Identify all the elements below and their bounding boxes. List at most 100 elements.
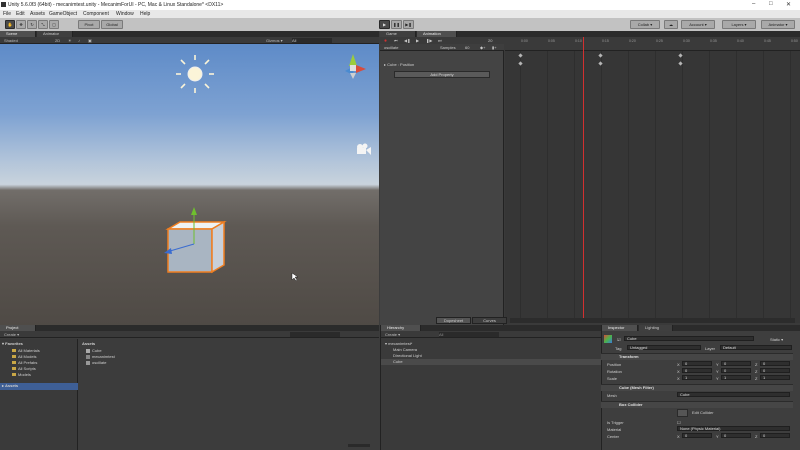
rotation-y-field[interactable]: 0	[721, 368, 751, 373]
samples-field[interactable]: 60	[465, 45, 469, 50]
mesh-field[interactable]: Cube	[677, 392, 790, 397]
gizmos-dropdown[interactable]: Gizmos ▾	[266, 38, 283, 43]
layout-dropdown[interactable]: Animator ▾	[761, 20, 795, 29]
scale-z-field[interactable]: 1	[760, 375, 790, 380]
add-keyframe-icon[interactable]: ◆+	[480, 45, 485, 50]
layers-dropdown[interactable]: Layers ▾	[722, 20, 756, 29]
prev-key-button[interactable]: ◀❚	[404, 38, 410, 43]
tag-dropdown[interactable]: Untagged	[627, 345, 701, 350]
clip-dropdown[interactable]: oscillate	[384, 45, 398, 50]
anim-play-button[interactable]: ▶	[416, 38, 419, 43]
tab-curves[interactable]: Curves	[472, 317, 507, 324]
menu-file[interactable]: File	[3, 11, 11, 17]
hierarchy-item[interactable]: Directional Light	[393, 353, 422, 358]
mode-2d-toggle[interactable]: 2D	[55, 38, 60, 43]
audio-toggle-icon[interactable]: ♪	[78, 38, 80, 43]
move-tool-button[interactable]: ✥	[16, 20, 26, 29]
tab-lighting[interactable]: Lighting	[639, 325, 673, 331]
first-key-button[interactable]: ⏮	[394, 38, 398, 43]
keyframe[interactable]	[518, 53, 523, 58]
project-search-input[interactable]	[290, 332, 340, 337]
favorites-folder[interactable]: ▾ Favorites	[2, 341, 23, 346]
menu-assets[interactable]: Assets	[30, 11, 45, 17]
hierarchy-item[interactable]: Main Camera	[393, 347, 417, 352]
rect-tool-button[interactable]: ▢	[49, 20, 59, 29]
mesh-filter-header[interactable]: Cube (Mesh Filter)	[601, 384, 793, 391]
scale-tool-button[interactable]: ⤡	[38, 20, 48, 29]
hand-tool-button[interactable]: ✋	[5, 20, 15, 29]
menu-component[interactable]: Component	[83, 11, 109, 17]
favorite-item[interactable]: All Scripts	[12, 366, 36, 371]
assets-folder[interactable]: ▸ Assets	[0, 383, 78, 390]
project-create-dropdown[interactable]: Create ▾	[4, 332, 19, 337]
scale-y-field[interactable]: 1	[721, 375, 751, 380]
object-name-field[interactable]: Cube	[624, 336, 754, 341]
favorite-item[interactable]: All Models	[12, 354, 36, 359]
rotation-z-field[interactable]: 0	[760, 368, 790, 373]
rotation-x-field[interactable]: 0	[682, 368, 712, 373]
timeline-ruler[interactable]: 0:00 0:05 0:10 0:15 0:20 0:25 0:30 0:35 …	[505, 37, 800, 51]
is-trigger-checkbox[interactable]: ☐	[677, 420, 681, 425]
asset-item[interactable]: oscillate	[86, 360, 106, 365]
layer-dropdown[interactable]: Default	[720, 345, 792, 350]
add-event-icon[interactable]: ▮+	[492, 45, 497, 50]
position-x-field[interactable]: 0	[682, 361, 712, 366]
shading-dropdown[interactable]: Shaded	[4, 38, 18, 43]
edit-collider-button[interactable]	[677, 409, 688, 417]
edit-collider-label: Edit Collider	[692, 410, 714, 415]
asset-item[interactable]: mecanimtest	[86, 354, 115, 359]
hierarchy-search-input[interactable]: All	[439, 332, 499, 337]
account-dropdown[interactable]: Account ▾	[681, 20, 715, 29]
active-checkbox[interactable]: ☑	[617, 337, 621, 342]
pivot-button[interactable]: Pivot	[78, 20, 100, 29]
next-key-button[interactable]: ❚▶	[426, 38, 432, 43]
center-y-field[interactable]: 0	[721, 433, 751, 438]
lighting-toggle-icon[interactable]: ☀	[68, 38, 72, 43]
add-property-button[interactable]: Add Property	[394, 71, 490, 78]
hierarchy-create-dropdown[interactable]: Create ▾	[385, 332, 400, 337]
scene-search-input[interactable]: All	[292, 38, 332, 43]
transform-header[interactable]: Transform	[601, 353, 793, 360]
pause-button[interactable]: ❚❚	[391, 20, 402, 29]
center-x-field[interactable]: 0	[682, 433, 712, 438]
scene-view[interactable]	[0, 44, 379, 325]
dopesheet-area[interactable]	[505, 51, 800, 323]
property-row[interactable]: ▸ Cube : Position	[380, 61, 504, 68]
position-y-field[interactable]: 0	[721, 361, 751, 366]
timeline-scrollbar[interactable]	[510, 318, 795, 323]
icon-size-slider[interactable]	[348, 444, 370, 447]
favorite-item[interactable]: Models	[12, 372, 31, 377]
last-key-button[interactable]: ⏭	[438, 38, 442, 43]
keyframe[interactable]	[518, 61, 523, 66]
playhead[interactable]	[583, 37, 584, 322]
maximize-button[interactable]: □	[769, 1, 773, 7]
scene-root[interactable]: ▾ mecanimtest*	[385, 341, 412, 346]
static-dropdown[interactable]: Static ▾	[770, 337, 783, 342]
collab-dropdown[interactable]: Collab ▾	[630, 20, 660, 29]
hierarchy-item-selected[interactable]: Cube	[381, 359, 601, 365]
tab-inspector[interactable]: Inspector	[602, 325, 638, 331]
effects-toggle-icon[interactable]: ▣	[88, 38, 92, 43]
play-button[interactable]: ▶	[379, 20, 390, 29]
asset-item[interactable]: Cube	[86, 348, 102, 353]
favorite-item[interactable]: All Prefabs	[12, 360, 37, 365]
scale-x-field[interactable]: 1	[682, 375, 712, 380]
axis-x-label: X	[677, 369, 680, 374]
menu-window[interactable]: Window	[116, 11, 134, 17]
position-z-field[interactable]: 0	[760, 361, 790, 366]
tab-dopesheet[interactable]: Dopesheet	[436, 317, 471, 324]
favorite-item[interactable]: All Materials	[12, 348, 40, 353]
menu-gameobject[interactable]: GameObject	[49, 11, 77, 17]
material-field[interactable]: None (Physic Material)	[677, 426, 790, 431]
rotate-tool-button[interactable]: ↻	[27, 20, 37, 29]
frame-field[interactable]: 20	[488, 38, 492, 43]
close-button[interactable]: ✕	[786, 1, 791, 8]
cloud-button[interactable]: ☁	[664, 20, 678, 29]
menu-help[interactable]: Help	[140, 11, 150, 17]
menu-edit[interactable]: Edit	[16, 11, 25, 17]
step-button[interactable]: ▶❚	[403, 20, 414, 29]
box-collider-header[interactable]: Box Collider	[601, 401, 793, 408]
center-z-field[interactable]: 0	[760, 433, 790, 438]
global-button[interactable]: Global	[101, 20, 123, 29]
minimize-button[interactable]: –	[752, 1, 755, 7]
